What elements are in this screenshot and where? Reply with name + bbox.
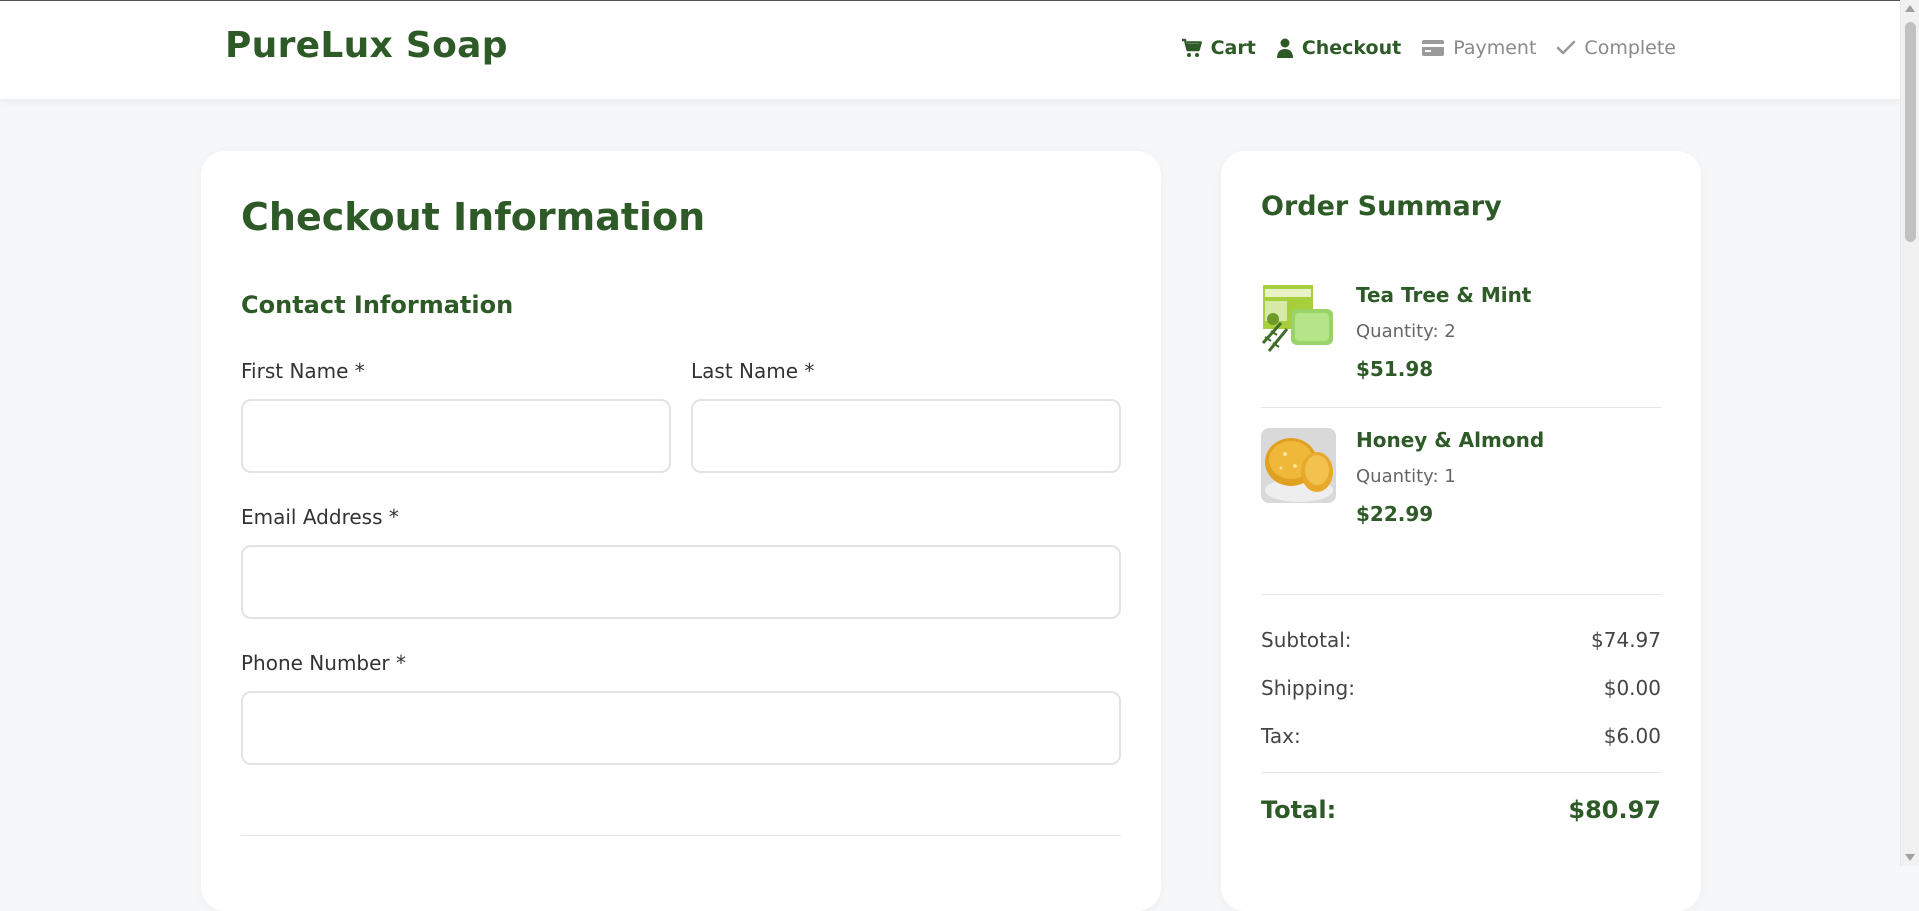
item-name: Tea Tree & Mint [1356, 283, 1532, 307]
item-separator [1261, 407, 1661, 408]
check-icon [1557, 40, 1576, 55]
last-name-input[interactable] [691, 399, 1121, 473]
cart-icon [1181, 38, 1202, 57]
email-label: Email Address * [241, 505, 399, 529]
page-title: Checkout Information [241, 195, 706, 239]
credit-card-icon [1422, 40, 1445, 56]
tax-value: $6.00 [1603, 724, 1661, 748]
item-quantity: Quantity: 1 [1356, 466, 1456, 487]
phone-input[interactable] [241, 691, 1121, 765]
scroll-up-icon[interactable] [1905, 5, 1915, 12]
page-scrollbar[interactable] [1900, 0, 1919, 866]
tax-label: Tax: [1261, 724, 1301, 748]
phone-label: Phone Number * [241, 651, 407, 675]
email-input[interactable] [241, 545, 1121, 619]
checkout-progress-steps: Cart Checkout Payment Complete [1181, 37, 1676, 59]
total-label: Total: [1261, 796, 1337, 824]
order-summary-title: Order Summary [1261, 191, 1502, 222]
item-quantity: Quantity: 2 [1356, 321, 1456, 342]
total-separator [1261, 772, 1661, 773]
tax-row: Tax: $6.00 [1261, 724, 1661, 748]
tea-tree-soap-image [1261, 283, 1336, 358]
brand-logo[interactable]: PureLux Soap [225, 25, 508, 66]
honey-almond-soap-image [1261, 428, 1336, 503]
step-cart-label: Cart [1210, 37, 1256, 59]
scroll-down-icon[interactable] [1905, 854, 1915, 861]
item-price: $51.98 [1356, 357, 1434, 381]
total-row: Total: $80.97 [1261, 796, 1661, 824]
step-checkout[interactable]: Checkout [1276, 37, 1401, 59]
subtotal-value: $74.97 [1591, 628, 1661, 652]
first-name-label: First Name * [241, 359, 365, 383]
scrollbar-thumb[interactable] [1905, 22, 1916, 242]
order-item: Honey & Almond Quantity: 1 $22.99 [1261, 428, 1661, 526]
step-payment-label: Payment [1453, 37, 1537, 59]
section-divider [241, 835, 1121, 836]
step-checkout-label: Checkout [1301, 37, 1402, 59]
checkout-form-card: Checkout Information Contact Information… [201, 151, 1161, 911]
user-icon [1276, 38, 1293, 58]
item-price: $22.99 [1356, 502, 1434, 526]
shipping-row: Shipping: $0.00 [1261, 676, 1661, 700]
step-payment[interactable]: Payment [1421, 37, 1536, 59]
totals-separator [1261, 594, 1661, 595]
shipping-label: Shipping: [1261, 676, 1355, 700]
order-summary-card: Order Summary Tea Tree & Mint Quantity: … [1221, 151, 1701, 911]
first-name-input[interactable] [241, 399, 671, 473]
step-complete[interactable]: Complete [1556, 37, 1676, 59]
site-header: PureLux Soap Cart Checkout Payment Compl… [0, 1, 1900, 99]
step-complete-label: Complete [1584, 37, 1676, 59]
last-name-label: Last Name * [691, 359, 815, 383]
subtotal-label: Subtotal: [1261, 628, 1352, 652]
order-item: Tea Tree & Mint Quantity: 2 $51.98 [1261, 283, 1661, 381]
total-value: $80.97 [1568, 796, 1661, 824]
item-name: Honey & Almond [1356, 428, 1545, 452]
shipping-value: $0.00 [1603, 676, 1661, 700]
step-cart[interactable]: Cart [1181, 37, 1256, 59]
subtotal-row: Subtotal: $74.97 [1261, 628, 1661, 652]
contact-section-title: Contact Information [241, 291, 514, 319]
